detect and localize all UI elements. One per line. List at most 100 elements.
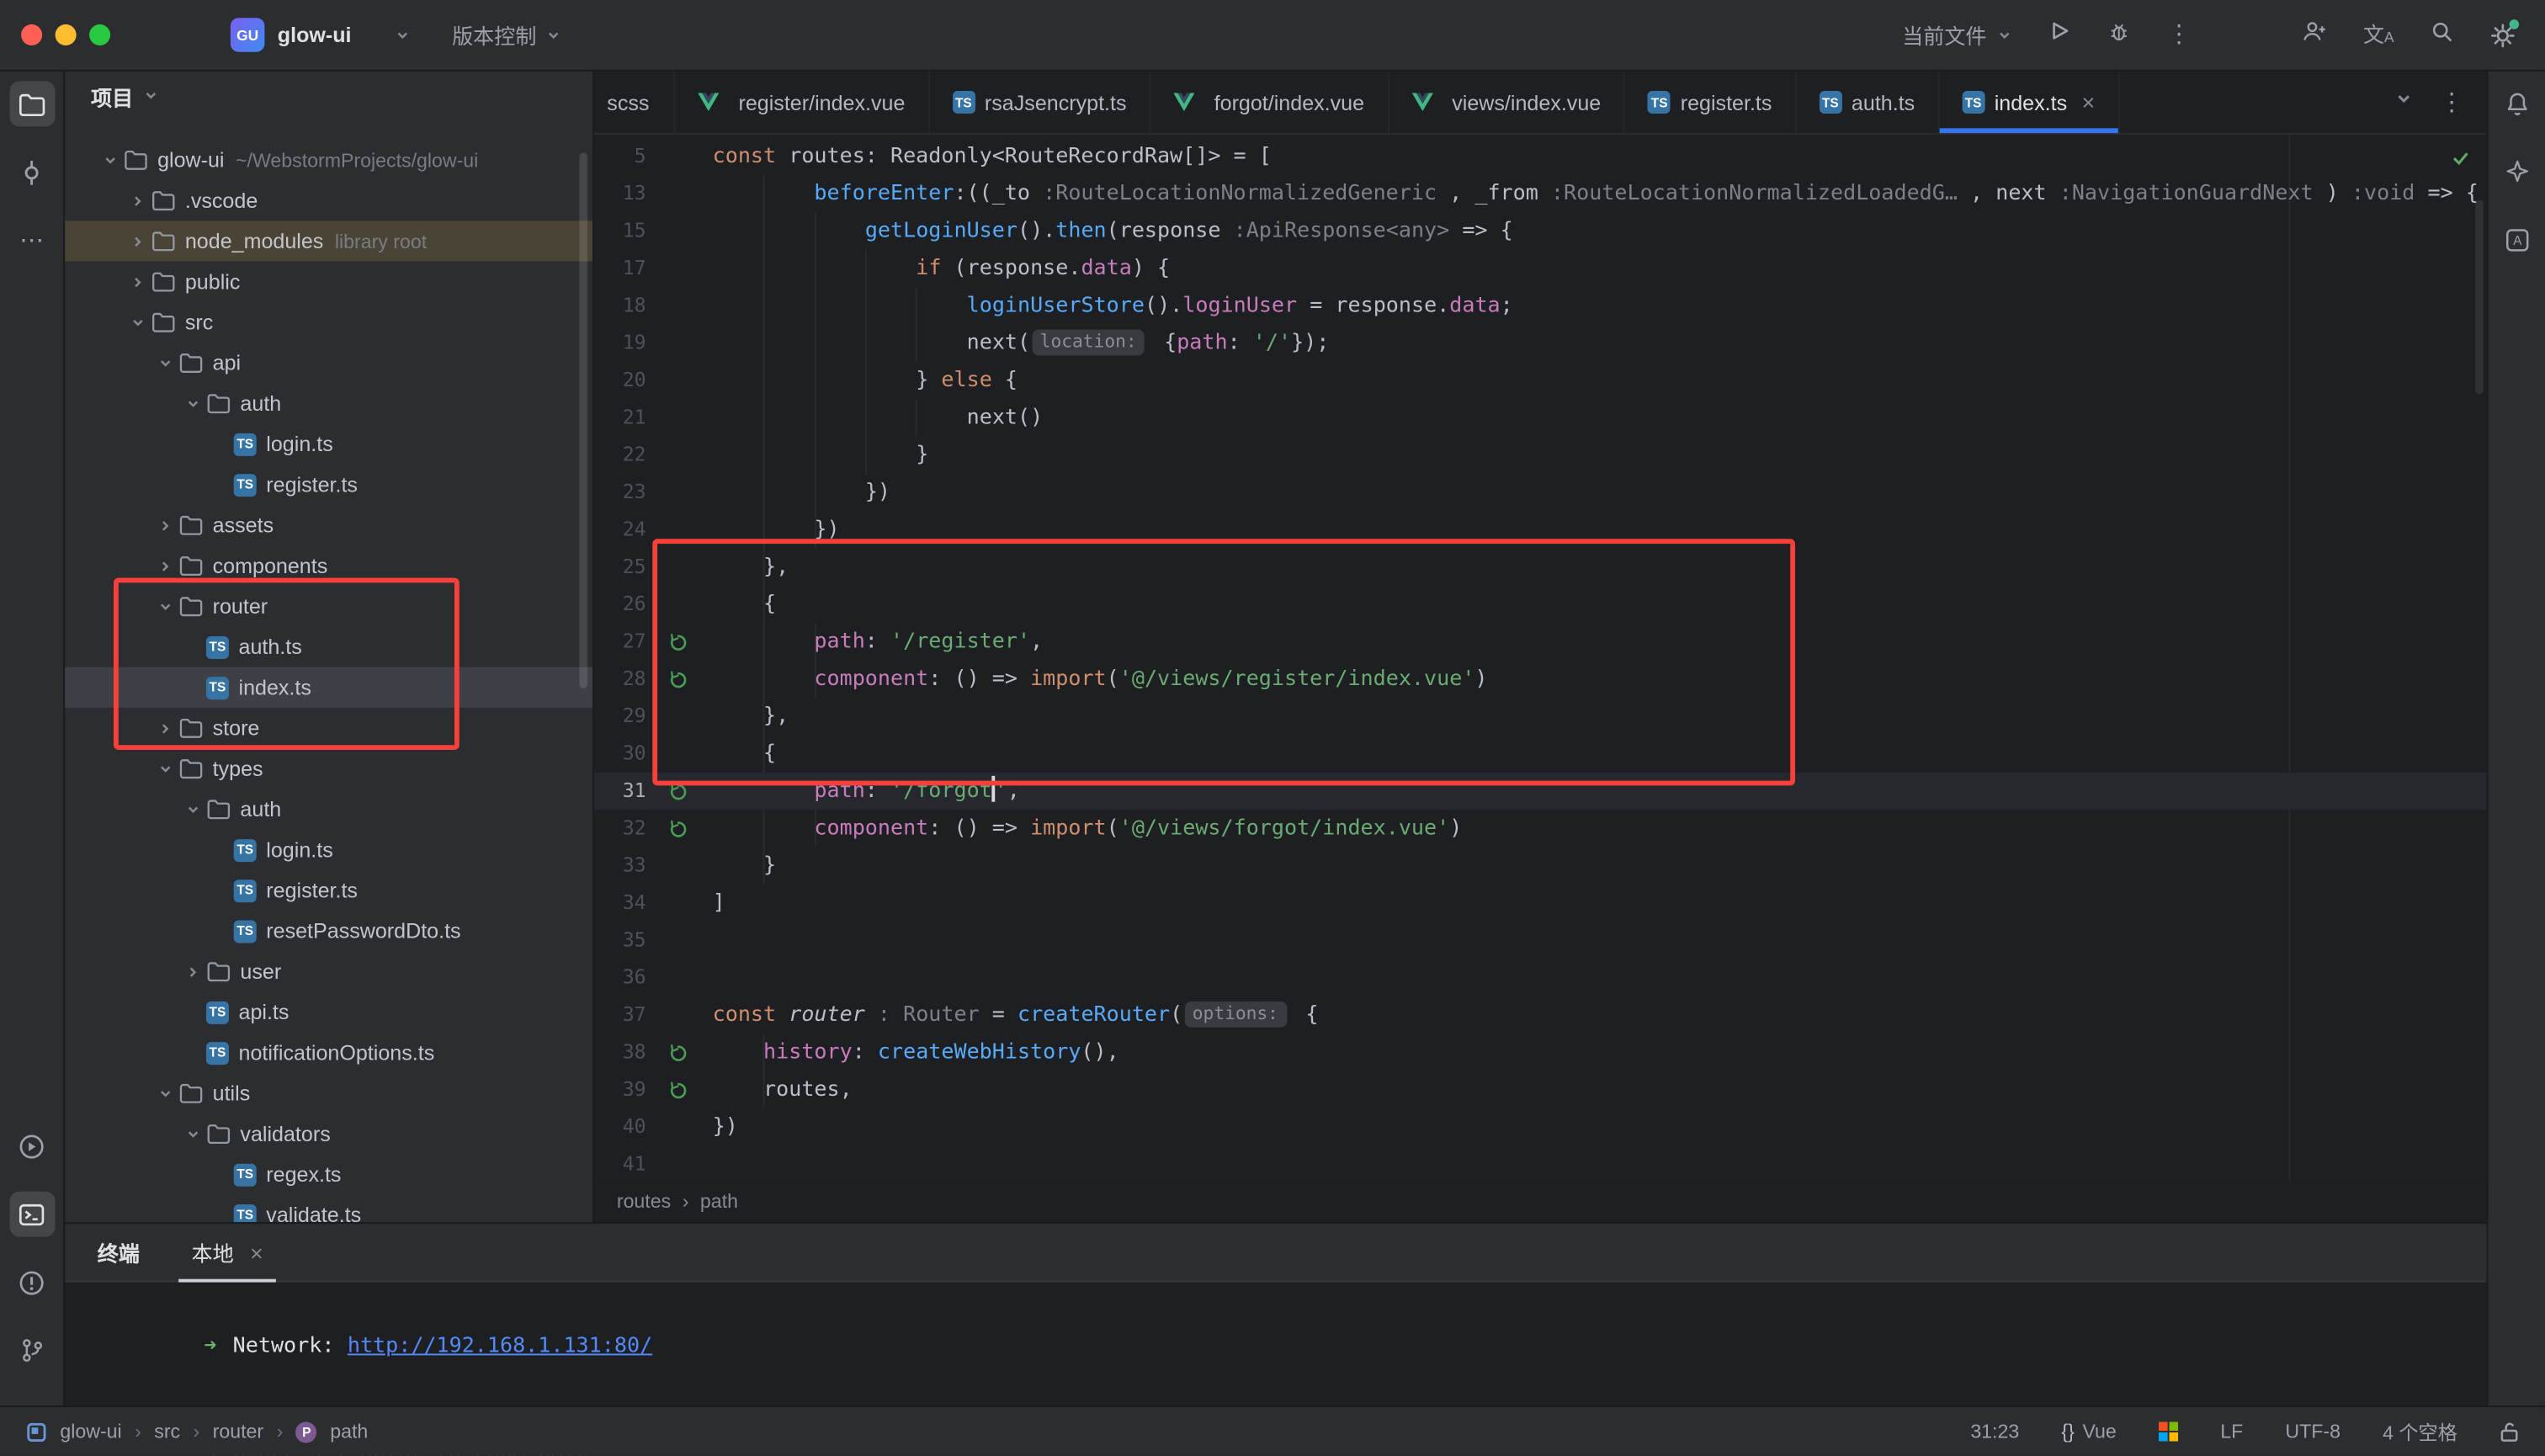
indent-widget[interactable]: 4 个空格 (2383, 1418, 2457, 1446)
project-name-menu[interactable]: glow-ui (278, 23, 352, 47)
notifications-button[interactable] (2494, 81, 2539, 126)
code-line-35[interactable]: 35 (594, 922, 2487, 959)
gutter-modified-icon[interactable] (659, 810, 698, 847)
services-tool-button[interactable] (9, 1124, 55, 1169)
code-line-41[interactable]: 41 (594, 1146, 2487, 1180)
tree-item-node_modules[interactable]: node_moduleslibrary root (65, 221, 592, 261)
project-avatar[interactable]: GU (231, 18, 264, 51)
tree-item-register.ts[interactable]: TSregister.ts (65, 870, 592, 911)
tree-item-login.ts[interactable]: TSlogin.ts (65, 423, 592, 464)
close-icon[interactable]: × (250, 1241, 263, 1263)
chevron-expanded-icon[interactable] (152, 598, 178, 614)
code-line-28[interactable]: 28component: () => import('@/views/regis… (594, 661, 2487, 698)
tree-item-public[interactable]: public (65, 261, 592, 301)
editor-tab-register/index.vue[interactable]: register/index.vue (675, 72, 929, 133)
tree-item-register.ts[interactable]: TSregister.ts (65, 465, 592, 505)
readonly-toggle[interactable] (2500, 1421, 2519, 1442)
tree-item-validate.ts[interactable]: TSvalidate.ts (65, 1194, 592, 1222)
gutter-modified-icon[interactable] (659, 773, 698, 810)
vcs-menu[interactable]: 版本控制 (452, 19, 561, 50)
terminal-tool-button[interactable] (9, 1192, 55, 1237)
code-line-26[interactable]: 26{ (594, 586, 2487, 623)
chevron-expanded-icon[interactable] (125, 314, 151, 330)
chevron-expanded-icon[interactable] (98, 151, 124, 167)
code-style-widget[interactable]: {} Vue (2061, 1420, 2116, 1443)
tree-item-assets[interactable]: assets (65, 505, 592, 545)
code-line-32[interactable]: 32component: () => import('@/views/forgo… (594, 810, 2487, 847)
assistant-panel-button[interactable]: A (2494, 217, 2539, 263)
run-target-widget[interactable] (2159, 1421, 2178, 1441)
tree-item-auth.ts[interactable]: TSauth.ts (65, 626, 592, 667)
tree-item-index.ts[interactable]: TSindex.ts (65, 667, 592, 708)
code-line-36[interactable]: 36 (594, 959, 2487, 996)
code-line-24[interactable]: 24}) (594, 511, 2487, 548)
chevron-expanded-icon[interactable] (180, 396, 206, 412)
tree-item-src[interactable]: src (65, 302, 592, 343)
statusbar-crumb-router[interactable]: router (213, 1420, 263, 1443)
tree-item-user[interactable]: user (65, 951, 592, 991)
tree-item-validators[interactable]: validators (65, 1113, 592, 1154)
tree-item-router[interactable]: router (65, 586, 592, 626)
code-line-19[interactable]: 19next(location: {path: '/'}); (594, 325, 2487, 362)
editor-tab-scss[interactable]: scss (594, 72, 675, 133)
code-line-15[interactable]: 15getLoginUser().then(response :ApiRespo… (594, 213, 2487, 250)
git-tool-button[interactable] (9, 1328, 55, 1374)
code-line-40[interactable]: 40}) (594, 1108, 2487, 1145)
gutter-modified-icon[interactable] (659, 1071, 698, 1108)
code-pane[interactable]: 5const routes: Readonly<RouteRecordRaw[]… (594, 135, 2487, 1180)
code-line-5[interactable]: 5const routes: Readonly<RouteRecordRaw[]… (594, 138, 2487, 175)
editor-tab-views/index.vue[interactable]: views/index.vue (1389, 72, 1625, 133)
close-window-button[interactable] (21, 24, 42, 45)
tree-item-resetPasswordDto.ts[interactable]: TSresetPasswordDto.ts (65, 911, 592, 951)
breadcrumb-item[interactable]: path (700, 1190, 738, 1213)
editor-scrollbar[interactable] (2475, 199, 2484, 394)
terminal-title[interactable]: 终端 (98, 1237, 140, 1268)
project-scrollbar[interactable] (579, 152, 587, 688)
tree-item-glow-ui[interactable]: glow-ui~/WebstormProjects/glow-ui (65, 140, 592, 180)
gutter-modified-icon[interactable] (659, 1034, 698, 1071)
tree-item-store[interactable]: store (65, 708, 592, 748)
editor-tab-rsaJsencrypt.ts[interactable]: TSrsaJsencrypt.ts (929, 72, 1150, 133)
code-line-31[interactable]: 31path: '/forgot', (594, 773, 2487, 810)
statusbar-crumb-glow-ui[interactable]: glow-ui (60, 1420, 121, 1443)
commit-tool-button[interactable] (9, 149, 55, 194)
tree-item-auth[interactable]: auth (65, 383, 592, 423)
statusbar-crumb-src[interactable]: src (154, 1420, 180, 1443)
more-actions-button[interactable]: ⋮ (2167, 23, 2192, 47)
code-with-me-button[interactable] (2302, 19, 2328, 51)
chevron-collapsed-icon[interactable] (152, 517, 178, 533)
chevron-collapsed-icon[interactable] (125, 233, 151, 249)
ai-assistant-button[interactable] (2494, 149, 2539, 194)
tree-item-types[interactable]: types (65, 748, 592, 789)
editor-tab-auth.ts[interactable]: TSauth.ts (1796, 72, 1939, 133)
inspections-widget[interactable] (2451, 147, 2470, 173)
run-button[interactable] (2048, 19, 2071, 50)
chevron-expanded-icon[interactable] (152, 354, 178, 370)
tab-more-actions[interactable]: ⋮ (2440, 90, 2464, 114)
tab-list-dropdown[interactable] (2394, 88, 2414, 117)
code-line-38[interactable]: 38history: createWebHistory(), (594, 1034, 2487, 1071)
search-everywhere-button[interactable] (2430, 19, 2454, 51)
code-line-21[interactable]: 21next() (594, 399, 2487, 436)
encoding-widget[interactable]: UTF-8 (2285, 1420, 2340, 1443)
project-panel-header[interactable]: 项目 (65, 72, 592, 120)
more-tool-windows-button[interactable]: ⋯ (9, 217, 55, 263)
maximize-window-button[interactable] (89, 24, 110, 45)
tree-item-utils[interactable]: utils (65, 1073, 592, 1113)
chevron-collapsed-icon[interactable] (125, 274, 151, 290)
project-tool-button[interactable] (9, 81, 55, 126)
editor-tab-forgot/index.vue[interactable]: forgot/index.vue (1150, 72, 1389, 133)
translate-icon[interactable]: 文A (2363, 24, 2394, 45)
tree-item-notificationOptions.ts[interactable]: TSnotificationOptions.ts (65, 1033, 592, 1073)
tree-item-api.ts[interactable]: TSapi.ts (65, 991, 592, 1032)
chevron-collapsed-icon[interactable] (152, 557, 178, 573)
chevron-collapsed-icon[interactable] (152, 720, 178, 736)
line-separator-widget[interactable]: LF (2220, 1420, 2243, 1443)
tree-item-components[interactable]: components (65, 545, 592, 586)
run-configuration-selector[interactable]: 当前文件 (1902, 19, 2012, 50)
gutter-modified-icon[interactable] (659, 661, 698, 698)
minimize-window-button[interactable] (56, 24, 77, 45)
code-line-27[interactable]: 27path: '/register', (594, 624, 2487, 661)
tree-item-regex.ts[interactable]: TSregex.ts (65, 1154, 592, 1194)
network-url-link[interactable]: http://192.168.1.131:80/ (348, 1334, 652, 1358)
